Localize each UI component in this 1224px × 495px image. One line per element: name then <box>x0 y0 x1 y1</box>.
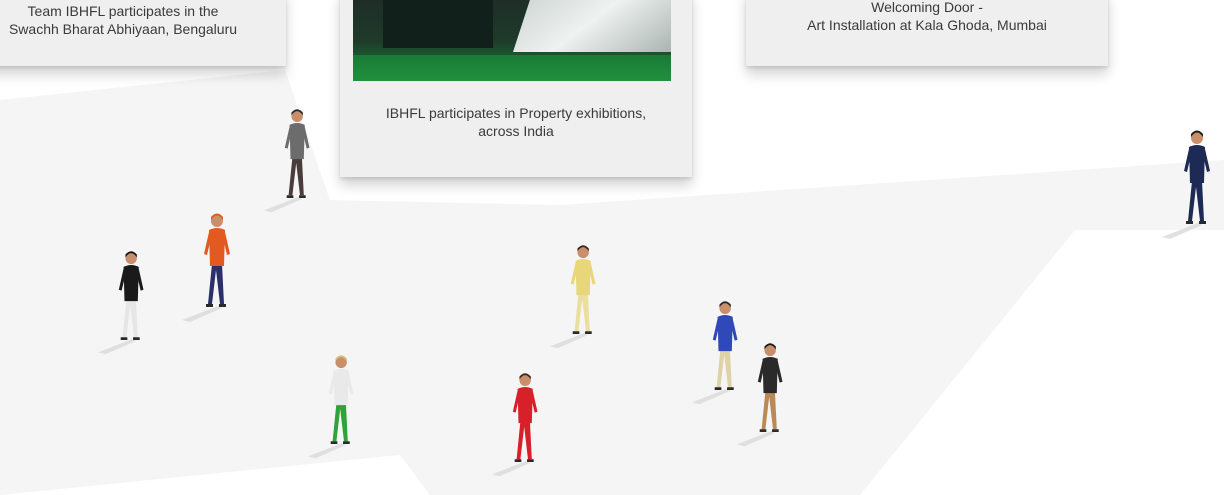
figure-shoes <box>714 387 734 391</box>
person-orange-hair <box>180 208 230 322</box>
figure-legs <box>122 299 138 338</box>
caption-line: Team IBHFL participates in the <box>27 3 219 19</box>
exhibition-booth <box>383 0 493 48</box>
figure-shadow <box>549 333 588 349</box>
figure-shadow <box>307 443 346 459</box>
person-grey-coat <box>262 104 310 214</box>
caption-line: Swachh Bharat Abhiyaan, Bengaluru <box>8 21 238 37</box>
person-cyclist <box>1160 125 1210 239</box>
figure-torso <box>762 357 778 394</box>
figure-shadow <box>97 339 136 355</box>
figure-torso <box>333 369 349 406</box>
figure-torso <box>209 228 225 266</box>
caption-line: Art Installation at Kala Ghoda, Mumbai <box>807 17 1047 33</box>
caption-line: Welcoming Door - <box>871 0 983 15</box>
figure-shadow <box>691 389 730 405</box>
figure-shoes <box>1186 221 1206 224</box>
person-blue-shirt <box>690 296 738 406</box>
figure-legs <box>1188 181 1204 221</box>
card-caption: IBHFL participates in Property exhibitio… <box>340 104 692 140</box>
figure-legs <box>288 157 304 196</box>
figure-shoes <box>759 429 779 433</box>
exhibition-photo <box>353 0 671 81</box>
figure-torso <box>575 259 591 296</box>
figure-shoes <box>286 195 306 199</box>
photo-card-welcoming-door: Welcoming Door - Art Installation at Kal… <box>746 0 1108 66</box>
figure-legs <box>208 264 224 304</box>
person-yellow-outfit <box>548 240 596 350</box>
person-dark-top <box>735 338 783 448</box>
figure-torso <box>717 315 733 352</box>
figure-torso <box>123 265 139 302</box>
person-green-pants <box>306 350 354 460</box>
photo-card-property-exhibitions: IBHFL participates in Property exhibitio… <box>340 0 692 177</box>
figure-legs <box>716 349 732 388</box>
exhibition-floor <box>353 55 671 81</box>
figure-torso <box>1189 145 1205 183</box>
figure-shadow <box>491 461 530 477</box>
card-caption: Team IBHFL participates in the Swachh Bh… <box>0 2 286 38</box>
photo-card-swachh-bharat: Team IBHFL participates in the Swachh Bh… <box>0 0 286 66</box>
figure-shoes <box>120 337 140 341</box>
figure-shadow <box>736 431 775 447</box>
figure-legs <box>332 403 348 442</box>
figure-torso <box>517 387 533 424</box>
figure-legs <box>516 421 532 460</box>
figure-shoes <box>514 459 534 463</box>
figure-legs <box>574 293 590 332</box>
figure-shoes <box>206 304 226 307</box>
figure-torso <box>289 123 305 160</box>
card-caption: Welcoming Door - Art Installation at Kal… <box>746 0 1108 34</box>
figure-legs <box>761 391 777 430</box>
exhibition-panel <box>513 0 671 52</box>
caption-line: IBHFL participates in Property exhibitio… <box>385 105 647 121</box>
figure-shoes <box>330 441 350 445</box>
person-black-outfit <box>96 246 144 356</box>
person-red-dress <box>490 368 538 478</box>
caption-line: across India <box>478 123 554 139</box>
figure-shoes <box>572 331 592 335</box>
figure-shadow <box>263 197 302 213</box>
